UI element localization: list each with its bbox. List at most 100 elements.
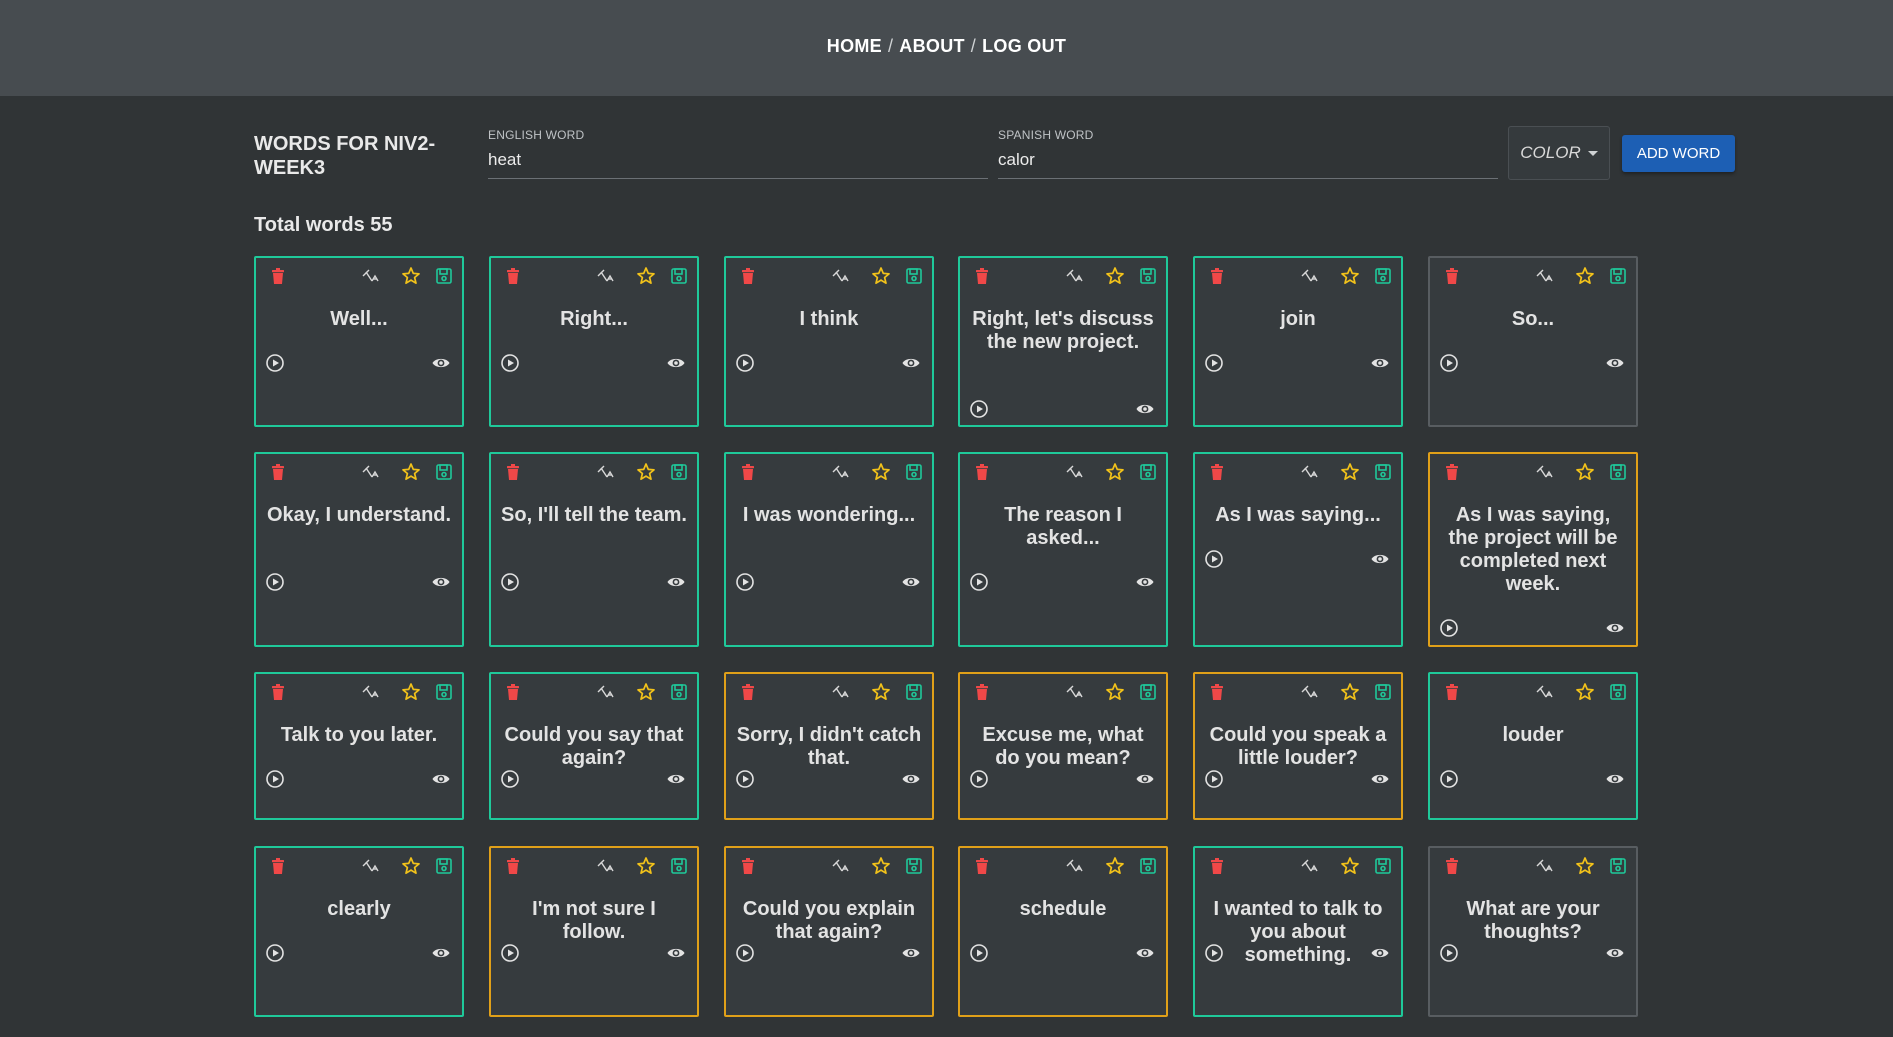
save-icon[interactable] [669,856,689,876]
star-icon[interactable] [636,266,656,286]
eye-icon[interactable] [1605,769,1625,789]
eye-icon[interactable] [1605,943,1625,963]
eye-icon[interactable] [1370,943,1390,963]
star-icon[interactable] [636,462,656,482]
trash-icon[interactable] [738,462,758,482]
word-card[interactable]: I think [724,256,934,427]
save-icon[interactable] [1138,682,1158,702]
trash-icon[interactable] [268,266,288,286]
play-icon[interactable] [1439,353,1459,373]
translate-icon[interactable] [1534,856,1554,876]
trash-icon[interactable] [503,856,523,876]
play-icon[interactable] [1204,943,1224,963]
star-icon[interactable] [401,856,421,876]
trash-icon[interactable] [1442,856,1462,876]
word-card[interactable]: I'm not sure I follow. [489,846,699,1017]
eye-icon[interactable] [901,769,921,789]
star-icon[interactable] [871,682,891,702]
trash-icon[interactable] [503,462,523,482]
star-icon[interactable] [1340,682,1360,702]
save-icon[interactable] [434,462,454,482]
save-icon[interactable] [1608,856,1628,876]
play-icon[interactable] [500,769,520,789]
eye-icon[interactable] [901,943,921,963]
save-icon[interactable] [1373,682,1393,702]
translate-icon[interactable] [360,682,380,702]
translate-icon[interactable] [1064,682,1084,702]
translate-icon[interactable] [1534,682,1554,702]
star-icon[interactable] [1340,462,1360,482]
save-icon[interactable] [1373,856,1393,876]
trash-icon[interactable] [738,266,758,286]
star-icon[interactable] [1575,856,1595,876]
play-icon[interactable] [1204,549,1224,569]
word-card[interactable]: Right, let's discuss the new project. [958,256,1168,427]
word-card[interactable]: Okay, I understand. [254,452,464,647]
word-card[interactable]: Right... [489,256,699,427]
trash-icon[interactable] [738,856,758,876]
star-icon[interactable] [636,682,656,702]
trash-icon[interactable] [1442,682,1462,702]
save-icon[interactable] [1373,266,1393,286]
eye-icon[interactable] [1370,769,1390,789]
save-icon[interactable] [1138,462,1158,482]
trash-icon[interactable] [268,856,288,876]
star-icon[interactable] [1105,462,1125,482]
word-card[interactable]: So... [1428,256,1638,427]
translate-icon[interactable] [1299,856,1319,876]
word-card[interactable]: As I was saying... [1193,452,1403,647]
play-icon[interactable] [265,943,285,963]
nav-about-link[interactable]: ABOUT [899,36,965,56]
play-icon[interactable] [735,943,755,963]
save-icon[interactable] [669,462,689,482]
star-icon[interactable] [401,266,421,286]
eye-icon[interactable] [666,769,686,789]
translate-icon[interactable] [830,462,850,482]
trash-icon[interactable] [268,682,288,702]
translate-icon[interactable] [595,462,615,482]
play-icon[interactable] [1439,618,1459,638]
save-icon[interactable] [1138,266,1158,286]
save-icon[interactable] [669,266,689,286]
star-icon[interactable] [871,266,891,286]
translate-icon[interactable] [595,856,615,876]
play-icon[interactable] [969,943,989,963]
star-icon[interactable] [1105,856,1125,876]
eye-icon[interactable] [666,943,686,963]
translate-icon[interactable] [830,266,850,286]
play-icon[interactable] [265,769,285,789]
trash-icon[interactable] [738,682,758,702]
translate-icon[interactable] [1299,266,1319,286]
trash-icon[interactable] [972,266,992,286]
color-select[interactable]: COLOR [1508,126,1610,180]
trash-icon[interactable] [972,682,992,702]
trash-icon[interactable] [972,462,992,482]
nav-home-link[interactable]: HOME [827,36,882,56]
save-icon[interactable] [434,856,454,876]
word-card[interactable]: So, I'll tell the team. [489,452,699,647]
eye-icon[interactable] [666,353,686,373]
eye-icon[interactable] [1605,618,1625,638]
eye-icon[interactable] [901,572,921,592]
english-word-input[interactable] [488,148,988,179]
star-icon[interactable] [1105,266,1125,286]
trash-icon[interactable] [1442,266,1462,286]
translate-icon[interactable] [360,462,380,482]
eye-icon[interactable] [431,943,451,963]
word-card[interactable]: As I was saying, the project will be com… [1428,452,1638,647]
star-icon[interactable] [1575,462,1595,482]
play-icon[interactable] [1204,769,1224,789]
play-icon[interactable] [265,353,285,373]
word-card[interactable]: louder [1428,672,1638,820]
play-icon[interactable] [735,769,755,789]
eye-icon[interactable] [1135,399,1155,419]
save-icon[interactable] [1608,682,1628,702]
word-card[interactable]: Excuse me, what do you mean? [958,672,1168,820]
star-icon[interactable] [871,856,891,876]
star-icon[interactable] [1340,266,1360,286]
eye-icon[interactable] [431,572,451,592]
star-icon[interactable] [1575,682,1595,702]
add-word-button[interactable]: ADD WORD [1622,135,1735,172]
trash-icon[interactable] [503,682,523,702]
trash-icon[interactable] [1442,462,1462,482]
